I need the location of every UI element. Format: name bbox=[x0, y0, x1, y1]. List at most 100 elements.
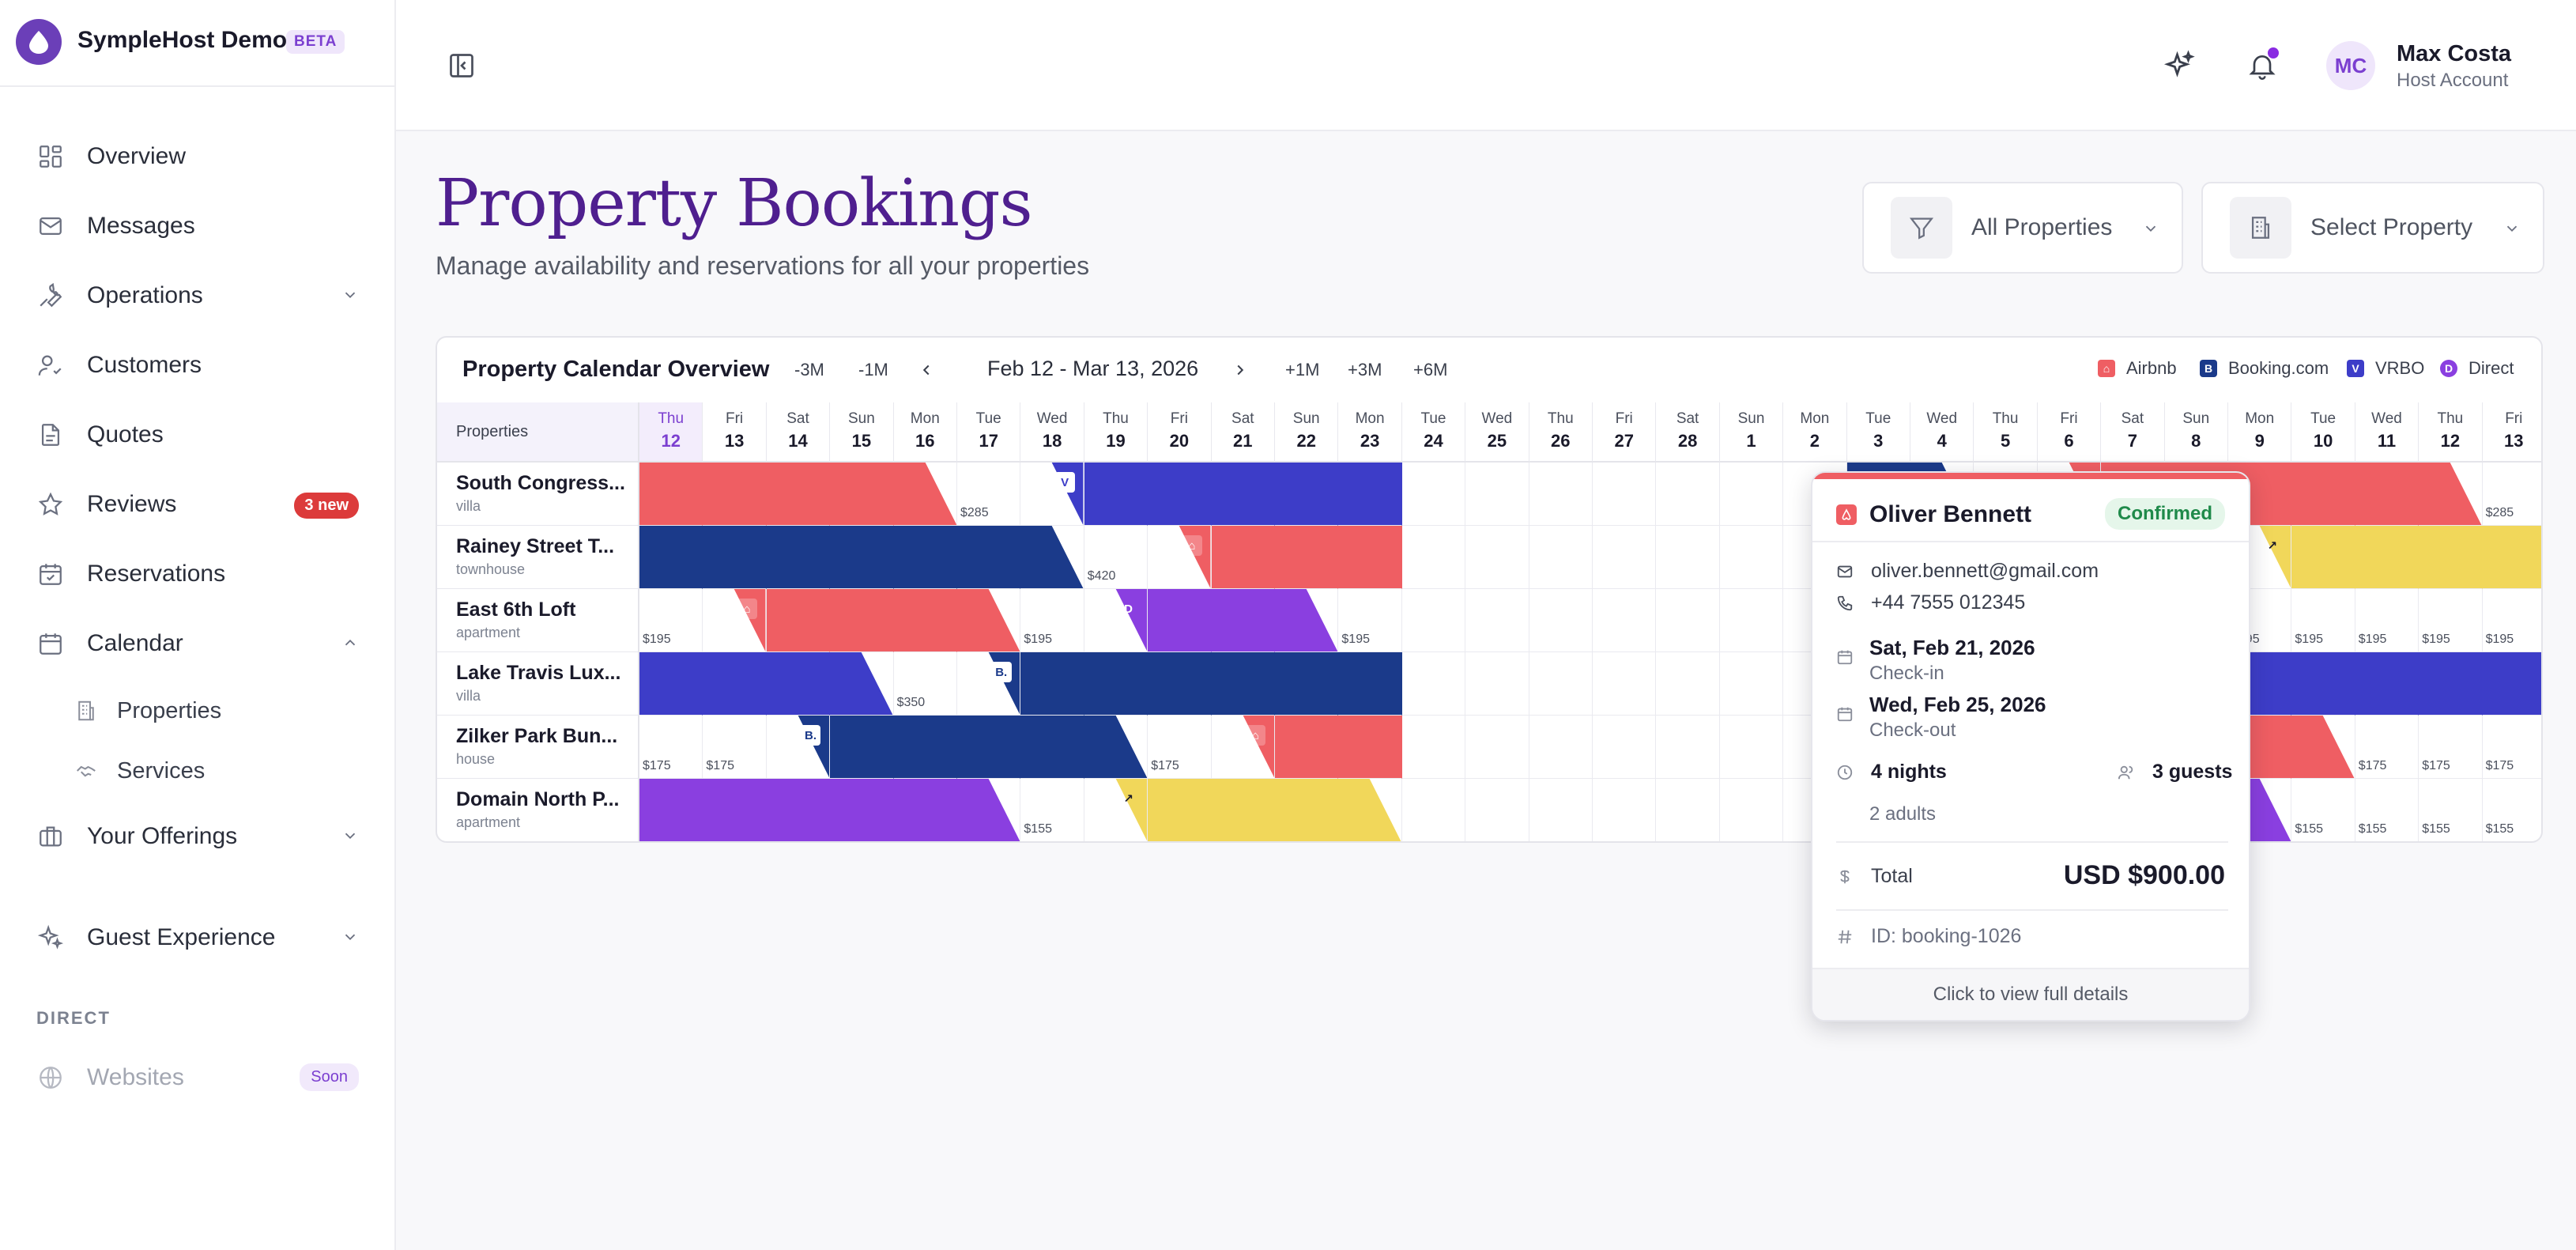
calendar-cell[interactable] bbox=[1148, 463, 1212, 526]
property-row-label[interactable]: Lake Travis Lux... villa bbox=[437, 652, 639, 716]
calendar-cell[interactable] bbox=[2482, 652, 2541, 716]
calendar-cell[interactable] bbox=[1401, 526, 1466, 589]
calendar-cell[interactable] bbox=[1656, 526, 1720, 589]
calendar-cell[interactable] bbox=[893, 589, 957, 652]
calendar-cell[interactable] bbox=[1084, 463, 1148, 526]
calendar-cell[interactable] bbox=[1719, 526, 1784, 589]
calendar-cell[interactable] bbox=[893, 779, 957, 841]
chevron-down-icon[interactable] bbox=[341, 827, 359, 848]
calendar-cell[interactable]: $285 bbox=[2482, 463, 2541, 526]
sidebar-item-messages[interactable]: Messages bbox=[35, 202, 359, 250]
calendar-cell[interactable]: $155 bbox=[2291, 779, 2355, 841]
sidebar-toggle-icon[interactable] bbox=[443, 47, 480, 84]
calendar-cell[interactable] bbox=[1719, 652, 1784, 716]
calendar-cell[interactable]: $195 bbox=[1338, 589, 1402, 652]
calendar-cell[interactable] bbox=[2419, 463, 2483, 526]
calendar-cell[interactable] bbox=[1719, 589, 1784, 652]
calendar-cell[interactable] bbox=[1465, 589, 1529, 652]
calendar-cell[interactable] bbox=[2419, 652, 2483, 716]
calendar-cell[interactable] bbox=[830, 716, 894, 779]
calendar-cell[interactable] bbox=[957, 526, 1021, 589]
calendar-cell[interactable] bbox=[893, 526, 957, 589]
calendar-cell[interactable] bbox=[2355, 463, 2419, 526]
calendar-cell[interactable]: ⌂ bbox=[1211, 716, 1275, 779]
calendar-cell[interactable] bbox=[893, 463, 957, 526]
calendar-cell[interactable] bbox=[766, 526, 831, 589]
calendar-cell[interactable]: $195 bbox=[2291, 589, 2355, 652]
calendar-cell[interactable]: $420 bbox=[1084, 526, 1148, 589]
nav-minus-1m-button[interactable]: -1M bbox=[858, 360, 888, 380]
chevron-right-icon[interactable] bbox=[1230, 360, 1250, 380]
calendar-cell[interactable] bbox=[1148, 652, 1212, 716]
calendar-cell[interactable] bbox=[1529, 589, 1593, 652]
calendar-cell[interactable] bbox=[1020, 526, 1084, 589]
sidebar-item-reviews[interactable]: Reviews 3 new bbox=[35, 481, 359, 528]
app-logo-icon[interactable] bbox=[16, 19, 62, 65]
nav-plus-1m-button[interactable]: +1M bbox=[1285, 360, 1319, 380]
calendar-cell[interactable] bbox=[1656, 589, 1720, 652]
calendar-cell[interactable] bbox=[1529, 526, 1593, 589]
chevron-down-icon[interactable] bbox=[341, 286, 359, 308]
calendar-cell[interactable]: $175 bbox=[2419, 716, 2483, 779]
calendar-cell[interactable] bbox=[1211, 589, 1275, 652]
calendar-cell[interactable] bbox=[830, 589, 894, 652]
calendar-cell[interactable] bbox=[639, 779, 703, 841]
calendar-cell[interactable]: D bbox=[1084, 589, 1148, 652]
property-row-label[interactable]: Rainey Street T... townhouse bbox=[437, 526, 639, 589]
calendar-cell[interactable] bbox=[830, 652, 894, 716]
chevron-down-icon[interactable] bbox=[341, 928, 359, 950]
calendar-cell[interactable] bbox=[1593, 463, 1657, 526]
calendar-cell[interactable] bbox=[1401, 463, 1466, 526]
calendar-cell[interactable] bbox=[1529, 463, 1593, 526]
sidebar-item-calendar[interactable]: Calendar bbox=[35, 620, 359, 667]
calendar-cell[interactable] bbox=[1402, 779, 1466, 841]
calendar-cell[interactable]: ↗ bbox=[1084, 779, 1148, 841]
calendar-cell[interactable] bbox=[1465, 526, 1529, 589]
calendar-cell[interactable] bbox=[1148, 589, 1212, 652]
calendar-cell[interactable] bbox=[1593, 652, 1657, 716]
calendar-cell[interactable] bbox=[957, 716, 1021, 779]
calendar-cell[interactable] bbox=[1275, 589, 1339, 652]
calendar-cell[interactable] bbox=[1275, 463, 1339, 526]
calendar-cell[interactable] bbox=[2291, 463, 2355, 526]
calendar-cell[interactable] bbox=[1465, 779, 1529, 841]
calendar-cell[interactable]: $285 bbox=[957, 463, 1021, 526]
nav-plus-6m-button[interactable]: +6M bbox=[1413, 360, 1447, 380]
calendar-cell[interactable]: $155 bbox=[2419, 779, 2483, 841]
guest-phone[interactable]: +44 7555 012345 bbox=[1871, 591, 2025, 614]
calendar-cell[interactable] bbox=[639, 463, 703, 526]
calendar-cell[interactable] bbox=[1020, 652, 1084, 716]
calendar-cell[interactable] bbox=[1656, 779, 1720, 841]
calendar-cell[interactable] bbox=[1593, 779, 1657, 841]
calendar-cell[interactable] bbox=[957, 589, 1021, 652]
calendar-cell[interactable] bbox=[1656, 652, 1720, 716]
calendar-cell[interactable] bbox=[1275, 779, 1339, 841]
calendar-cell[interactable]: $175 bbox=[2482, 716, 2541, 779]
property-row-label[interactable]: East 6th Loft apartment bbox=[437, 589, 639, 652]
calendar-cell[interactable] bbox=[703, 779, 767, 841]
calendar-cell[interactable] bbox=[1719, 463, 1784, 526]
guest-email[interactable]: oliver.bennett@gmail.com bbox=[1871, 560, 2099, 583]
nav-plus-3m-button[interactable]: +3M bbox=[1348, 360, 1382, 380]
calendar-cell[interactable] bbox=[1148, 779, 1212, 841]
calendar-cell[interactable]: $175 bbox=[639, 716, 703, 779]
calendar-cell[interactable]: B. bbox=[766, 716, 831, 779]
calendar-cell[interactable]: ⌂ bbox=[1148, 526, 1212, 589]
calendar-cell[interactable]: $195 bbox=[2419, 589, 2483, 652]
calendar-cell[interactable]: $155 bbox=[1020, 779, 1084, 841]
calendar-cell[interactable] bbox=[1275, 716, 1339, 779]
calendar-cell[interactable] bbox=[1020, 716, 1084, 779]
calendar-cell[interactable] bbox=[1656, 716, 1720, 779]
calendar-cell[interactable] bbox=[2291, 716, 2355, 779]
all-properties-dropdown[interactable]: All Properties bbox=[1862, 182, 2183, 274]
sidebar-item-reservations[interactable]: Reservations bbox=[35, 550, 359, 598]
calendar-cell[interactable] bbox=[1465, 652, 1529, 716]
calendar-cell[interactable] bbox=[1084, 652, 1148, 716]
calendar-cell[interactable] bbox=[957, 779, 1021, 841]
sidebar-item-services[interactable]: Services bbox=[73, 751, 205, 791]
calendar-cell[interactable] bbox=[639, 652, 703, 716]
sidebar-item-operations[interactable]: Operations bbox=[35, 272, 359, 319]
calendar-cell[interactable] bbox=[830, 779, 894, 841]
calendar-cell[interactable] bbox=[1211, 463, 1275, 526]
calendar-cell[interactable]: $155 bbox=[2355, 779, 2419, 841]
